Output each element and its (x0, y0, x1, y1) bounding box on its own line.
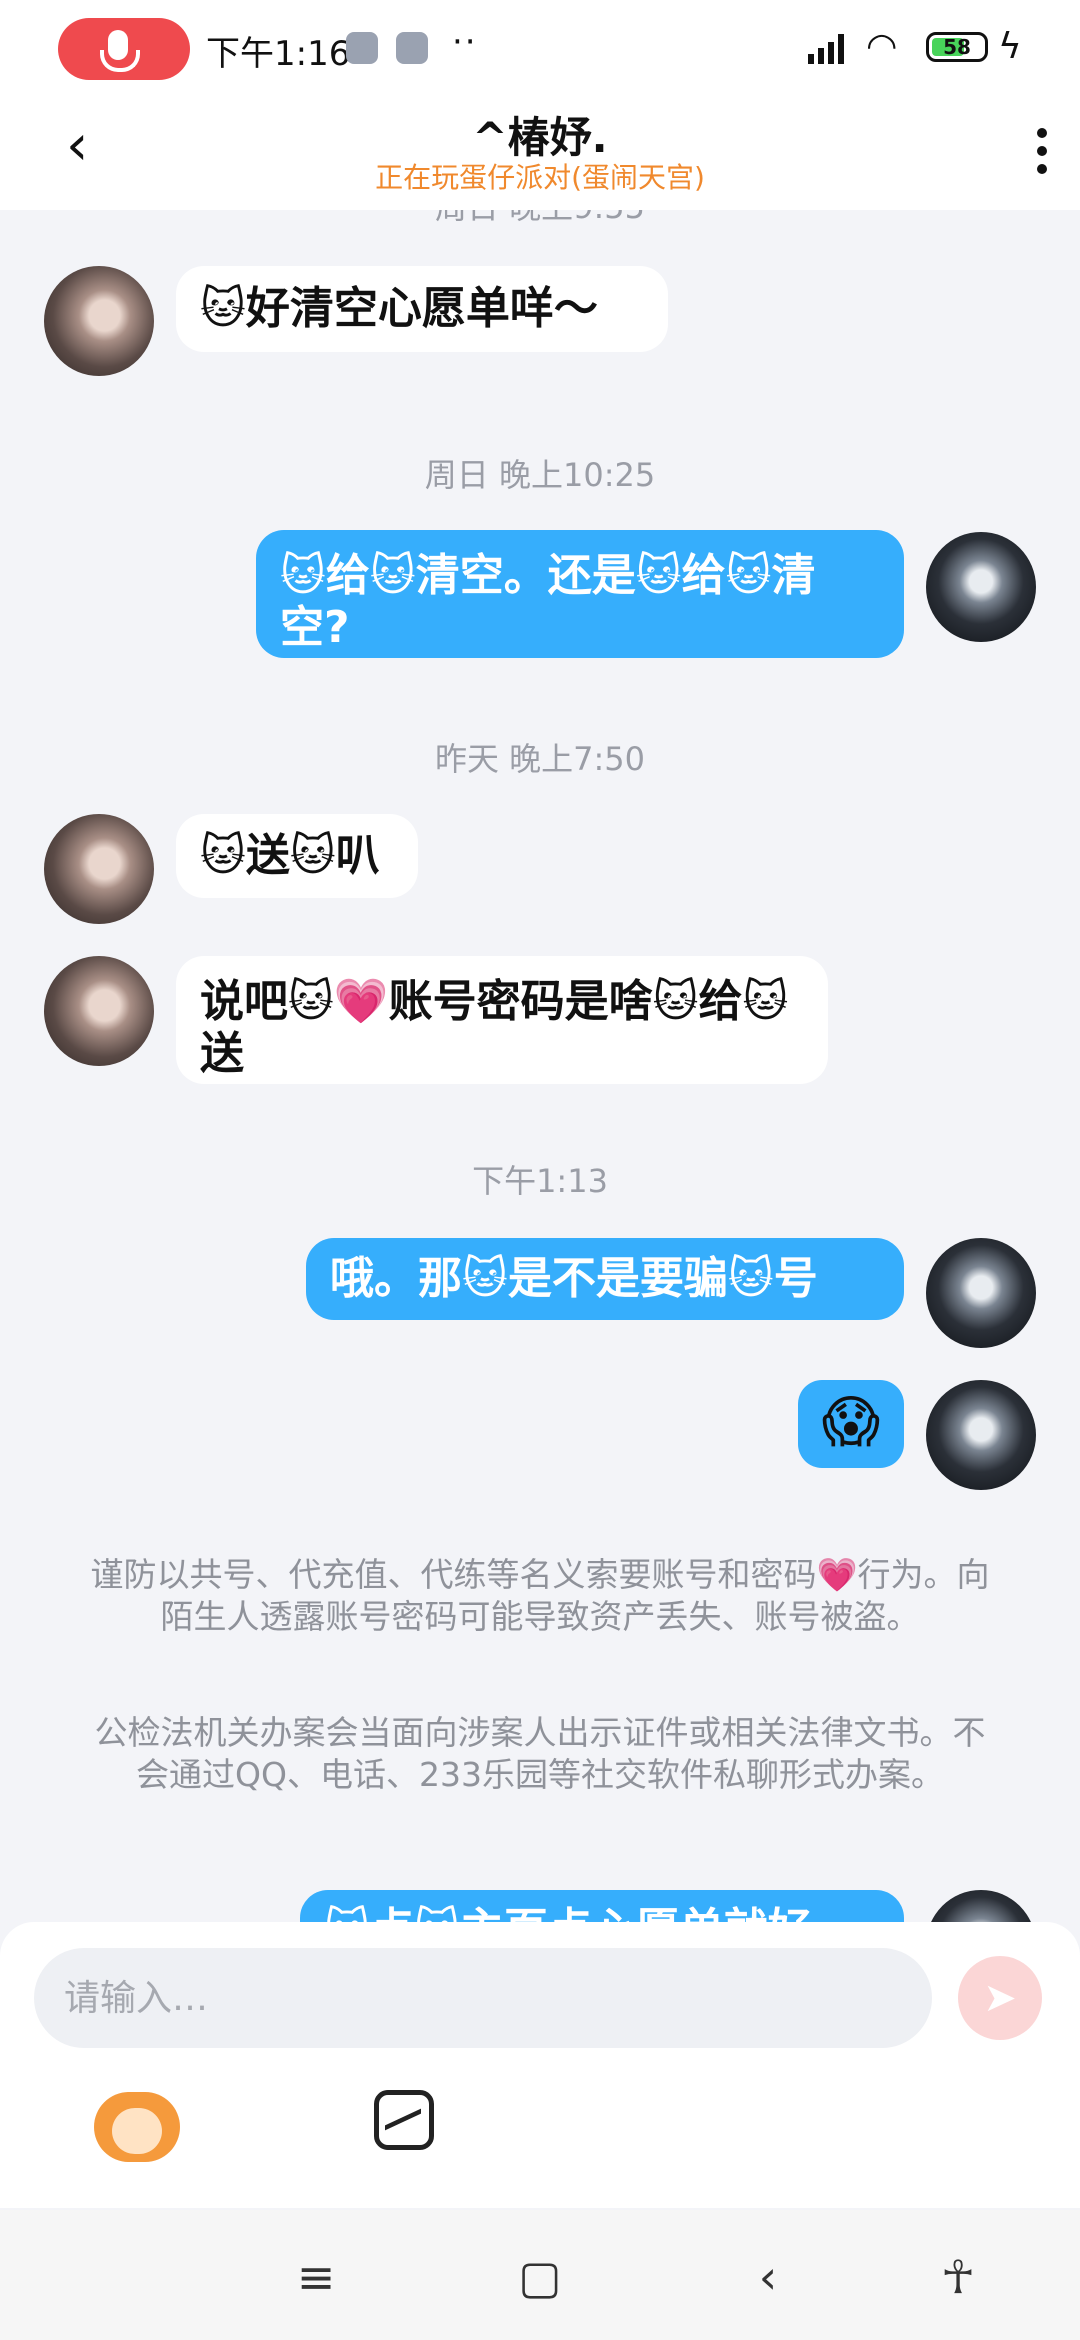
status-bar: 下午1:16 ·· ◠ 58 ϟ (0, 0, 1080, 96)
microphone-icon (100, 30, 140, 72)
message-bubble[interactable]: 🐱送🐱叭 (176, 814, 418, 898)
message-bubble[interactable]: 🐱好清空心愿单咩～ (176, 266, 668, 352)
wifi-icon: ◠ (866, 26, 898, 67)
security-notice: 谨防以共号、代充值、代练等名义索要账号和密码💗行为。向陌生人透露账号密码可能导致… (90, 1555, 990, 1636)
avatar[interactable] (44, 814, 154, 924)
emoji-message[interactable]: 😱 (798, 1380, 904, 1468)
accessibility-icon[interactable]: ☥ (928, 2250, 988, 2304)
menu-icon[interactable]: ≡ (286, 2250, 346, 2304)
image-icon[interactable] (374, 2090, 434, 2150)
home-icon[interactable]: ▢ (510, 2250, 570, 2304)
timestamp: 周日 晚上10:25 (424, 456, 656, 494)
chat-header: ‹ ^椿妤. 正在玩蛋仔派对(蛋闹天宫) (0, 96, 1080, 210)
charging-icon: ϟ (998, 26, 1022, 67)
message-list[interactable]: 周日 晚上9:55 🐱好清空心愿单咩～ 周日 晚上10:25 🐱给🐱清空。还是🐱… (0, 210, 1080, 1922)
message-bubble[interactable]: 说吧🐱💗账号密码是啥🐱给🐱送 (176, 956, 828, 1084)
system-nav-bar: ≡ ▢ ‹ ☥ (0, 2210, 1080, 2340)
back-icon[interactable]: ‹ (738, 2250, 798, 2304)
battery-level: 58 (943, 35, 971, 59)
battery-icon: 58 (926, 32, 988, 62)
message-input[interactable] (34, 1948, 932, 2048)
timestamp: 周日 晚上9:55 (0, 210, 1080, 228)
contact-status: 正在玩蛋仔派对(蛋闹天宫) (375, 161, 705, 194)
timestamp: 下午1:13 (472, 1162, 608, 1200)
mascot-icon[interactable] (94, 2092, 180, 2162)
security-notice: 公检法机关办案会当面向涉案人出示证件或相关法律文书。不会通过QQ、电话、233乐… (94, 1713, 986, 1794)
avatar[interactable] (926, 1380, 1036, 1490)
message-bubble[interactable]: 🐱给🐱清空。还是🐱给🐱清空? (256, 530, 904, 658)
timestamp: 昨天 晚上7:50 (434, 740, 646, 778)
message-bubble[interactable]: 🐱点🐱主页点心愿单就好 (300, 1890, 904, 1922)
avatar[interactable] (926, 1890, 1036, 1922)
shield-icon (346, 32, 378, 64)
status-time: 下午1:16 (206, 34, 351, 74)
composer: ➤ (0, 1922, 1080, 2208)
avatar[interactable] (44, 956, 154, 1066)
avatar[interactable] (926, 1238, 1036, 1348)
more-notifications-icon: ·· (452, 22, 478, 62)
send-icon[interactable]: ➤ (958, 1956, 1042, 2040)
more-vertical-icon[interactable] (1032, 122, 1052, 182)
recording-indicator[interactable] (58, 18, 190, 80)
avatar[interactable] (44, 266, 154, 376)
avatar[interactable] (926, 532, 1036, 642)
app-grid-icon (396, 32, 428, 64)
message-bubble[interactable]: 哦。那🐱是不是要骗🐱号 (306, 1238, 904, 1320)
signal-icon (808, 34, 844, 64)
